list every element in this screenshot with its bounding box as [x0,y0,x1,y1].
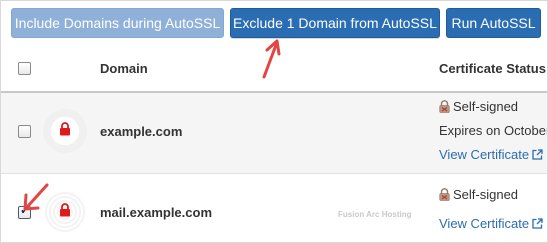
external-link-icon [532,149,543,160]
watermark: Fusion Arc Hosting [338,210,412,219]
status-text: Self-signed [453,99,519,114]
view-certificate-label: View Certificate [439,147,530,162]
run-autossl-button[interactable]: Run AutoSSL [446,8,541,38]
padlock-small-icon [439,100,450,113]
lock-icon-badge [43,109,87,153]
padlock-small-icon [439,188,450,201]
lock-icon [60,122,70,136]
table-row: ✓ mail.example.com Fusion Arc Hosting Se… [1,174,547,242]
expiry-text: Expires on October [439,123,548,138]
row-checkbox[interactable] [18,125,31,138]
lock-icon [60,203,70,217]
external-link-icon [532,218,543,229]
view-certificate-link[interactable]: View Certificate [439,216,543,231]
certificate-status: Self-signed [439,99,518,114]
annotation-arrow-up [262,39,281,79]
table-row: example.com Self-signed Expires on Octob… [1,93,547,174]
include-domains-button[interactable]: Include Domains during AutoSSL [11,8,224,38]
annotation-arrow-down [23,183,49,211]
domain-name: example.com [100,124,183,139]
domain-name: mail.example.com [100,205,212,220]
status-text: Self-signed [453,187,519,202]
view-certificate-link[interactable]: View Certificate [439,147,543,162]
domain-column-header[interactable]: Domain [100,61,148,76]
view-certificate-label: View Certificate [439,216,530,231]
autossl-panel: Include Domains during AutoSSL Exclude 1… [0,0,548,243]
certificate-status: Self-signed [439,187,518,202]
exclude-domain-button[interactable]: Exclude 1 Domain from AutoSSL [230,8,440,38]
certificate-status-column-header[interactable]: Certificate Status [439,61,546,76]
select-all-checkbox[interactable] [18,62,31,75]
